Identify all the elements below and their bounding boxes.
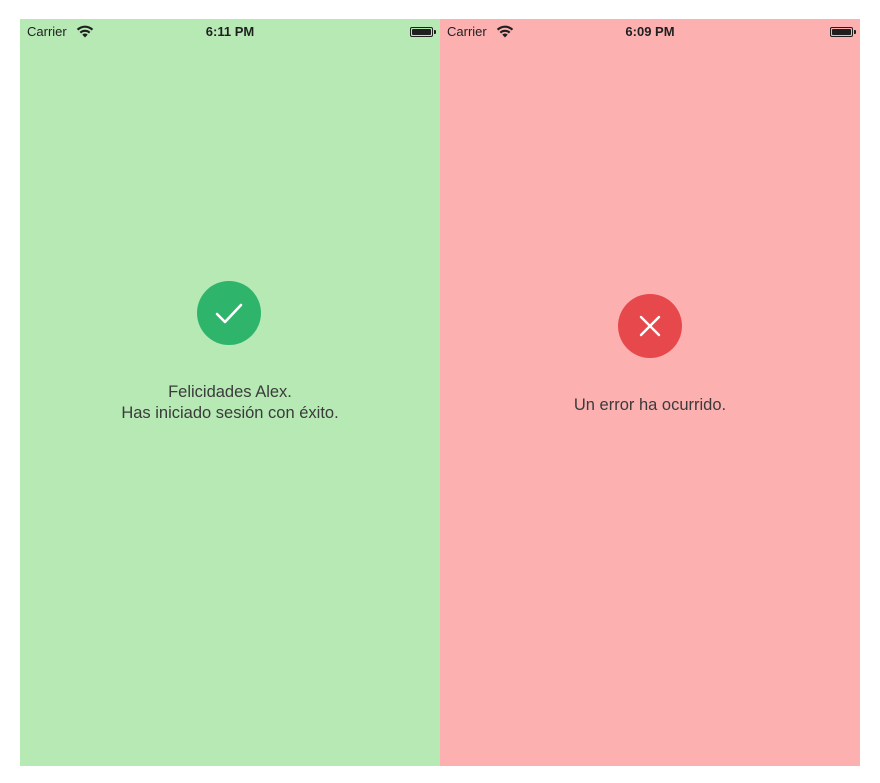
success-badge xyxy=(197,281,261,345)
error-message: Un error ha ocurrido. xyxy=(573,396,727,414)
status-time: 6:09 PM xyxy=(625,24,675,39)
close-icon xyxy=(639,315,661,337)
error-screen: Carrier 6:09 PM Un error ha ocurrido. xyxy=(440,19,860,766)
checkmark-icon xyxy=(215,303,243,324)
battery-icon xyxy=(830,27,853,37)
status-bar: Carrier 6:11 PM xyxy=(20,19,440,43)
status-time: 6:11 PM xyxy=(205,24,255,39)
battery-icon xyxy=(410,27,433,37)
success-message-line-1: Felicidades Alex. xyxy=(168,383,292,401)
success-message: Felicidades Alex. Has iniciado sesión co… xyxy=(20,382,440,424)
success-message-line-2: Has iniciado sesión con éxito. xyxy=(121,404,339,422)
error-badge xyxy=(618,294,682,358)
success-screen: Carrier 6:11 PM Felicidades Alex. Has in… xyxy=(20,19,440,766)
battery-cap xyxy=(854,30,856,34)
status-bar: Carrier 6:09 PM xyxy=(440,19,860,43)
battery-cap xyxy=(434,30,436,34)
